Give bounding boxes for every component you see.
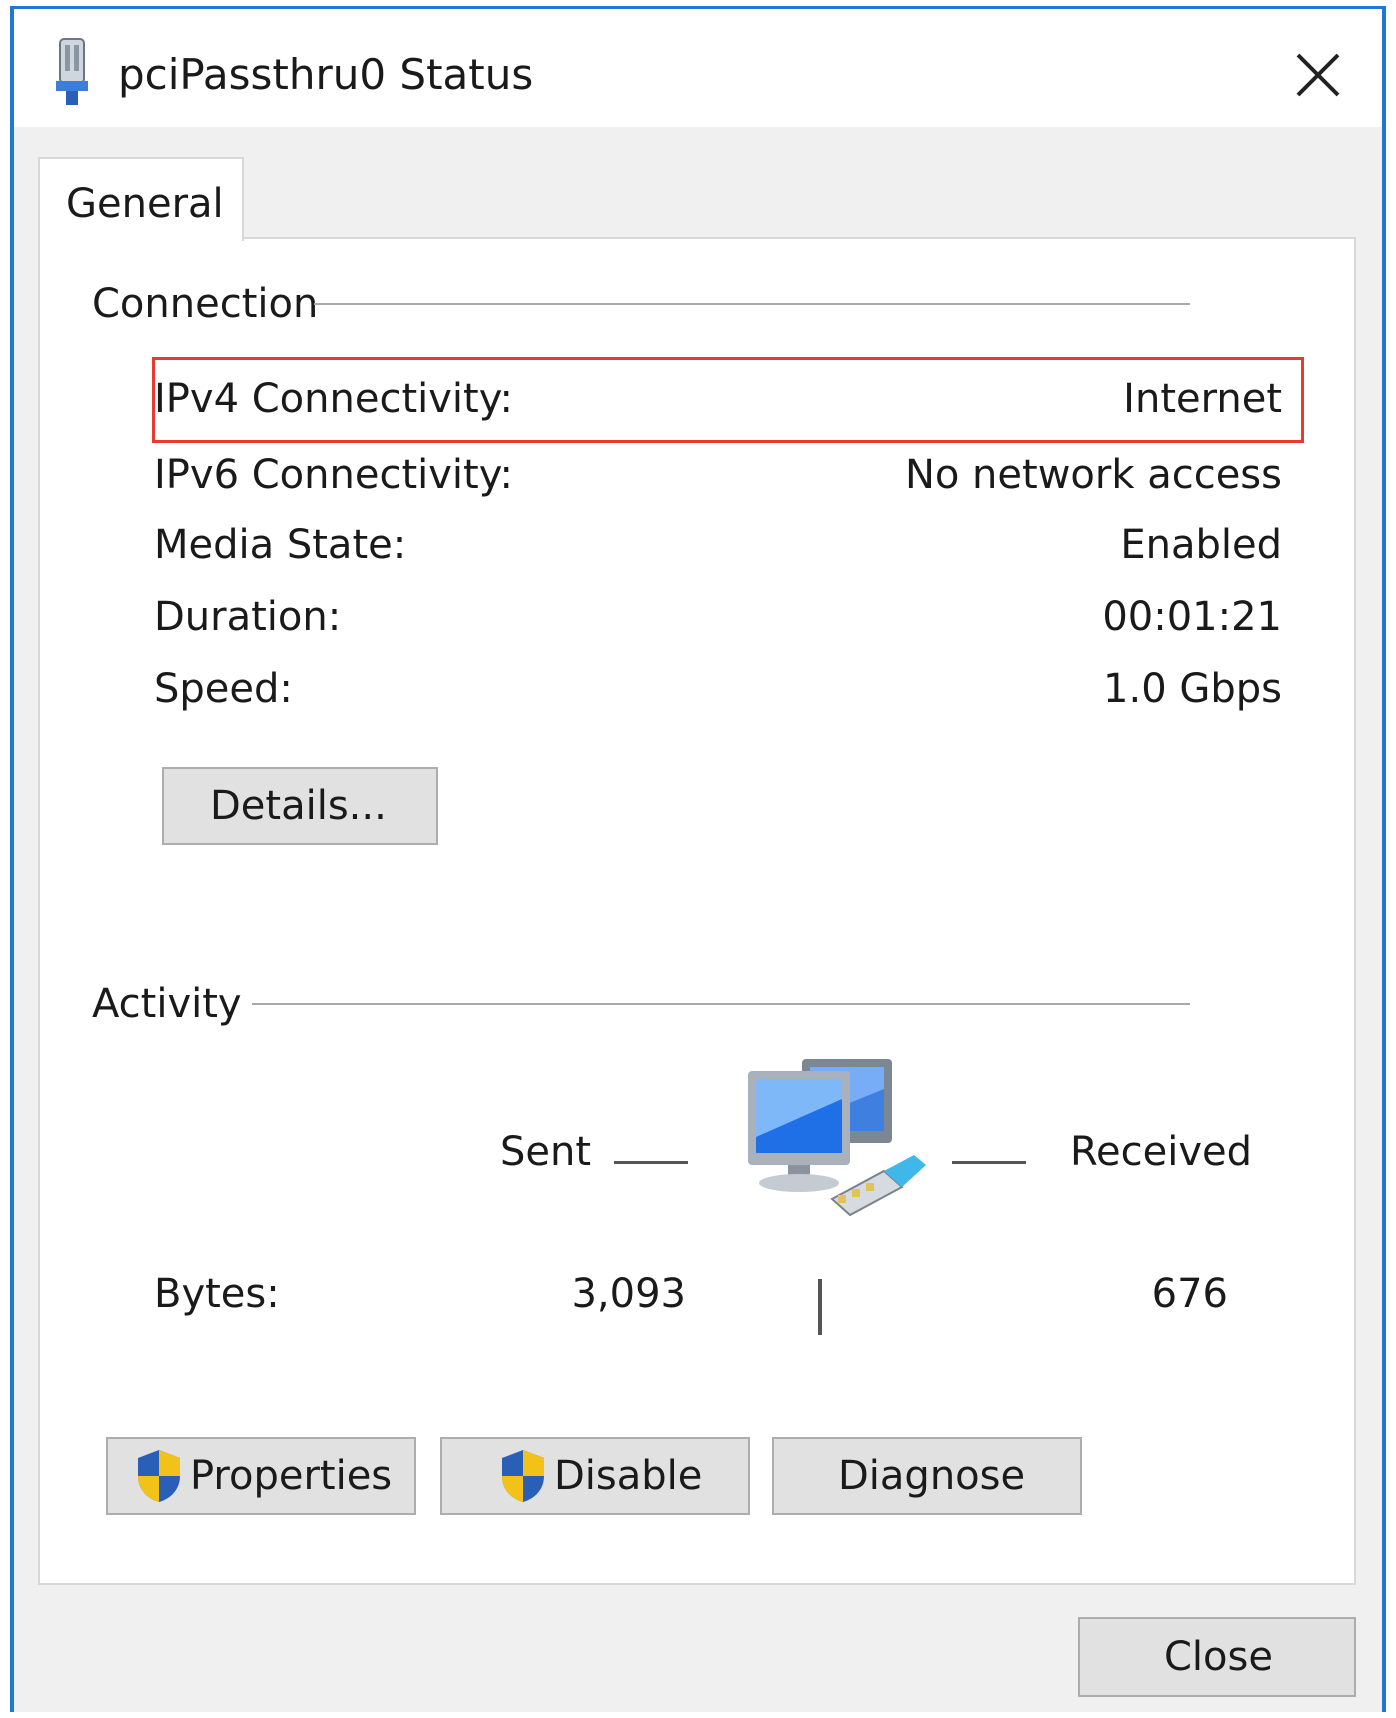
disable-button[interactable]: Disable — [440, 1437, 750, 1515]
close-button[interactable]: Close — [1078, 1617, 1356, 1697]
connection-divider — [314, 303, 1190, 305]
bytes-divider — [818, 1279, 822, 1335]
media-state-row: Media State: Enabled — [144, 515, 1292, 575]
status-dialog: pciPassthru0 Status General Connection I… — [10, 6, 1386, 1712]
duration-value: 00:01:21 — [1102, 594, 1282, 640]
ipv4-value: Internet — [1123, 376, 1282, 422]
bytes-sent-value: 3,093 — [571, 1271, 686, 1317]
sent-label: Sent — [500, 1129, 592, 1175]
uac-shield-icon — [502, 1450, 544, 1502]
activity-group-title: Activity — [92, 979, 242, 1029]
ipv4-label: IPv4 Connectivity: — [154, 376, 513, 422]
properties-button[interactable]: Properties — [106, 1437, 416, 1515]
title-bar: pciPassthru0 Status — [14, 9, 1382, 127]
media-state-label: Media State: — [154, 522, 407, 568]
duration-label: Duration: — [154, 594, 342, 640]
ipv6-label: IPv6 Connectivity: — [154, 452, 513, 498]
media-state-value: Enabled — [1120, 522, 1282, 568]
close-button-label: Close — [1164, 1634, 1273, 1680]
ipv6-row: IPv6 Connectivity: No network access — [144, 445, 1292, 505]
speed-value: 1.0 Gbps — [1103, 666, 1282, 712]
uac-shield-icon — [138, 1450, 180, 1502]
tab-general[interactable]: General — [38, 157, 244, 241]
general-panel: Connection IPv4 Connectivity: Internet I… — [38, 237, 1356, 1585]
received-dash — [952, 1161, 1026, 1164]
close-icon[interactable] — [1290, 47, 1346, 103]
duration-row: Duration: 00:01:21 — [144, 587, 1292, 647]
disable-button-label: Disable — [554, 1453, 703, 1499]
activity-divider — [252, 1003, 1190, 1005]
network-adapter-icon — [56, 38, 88, 105]
diagnose-button[interactable]: Diagnose — [772, 1437, 1082, 1515]
ipv4-row: IPv4 Connectivity: Internet — [144, 369, 1292, 429]
network-computers-icon — [748, 1059, 926, 1217]
diagnose-button-label: Diagnose — [838, 1453, 1026, 1499]
tab-general-label: General — [66, 181, 224, 227]
details-button-label: Details... — [210, 783, 387, 829]
window-title: pciPassthru0 Status — [118, 50, 534, 99]
speed-row: Speed: 1.0 Gbps — [144, 659, 1292, 719]
bytes-received-value: 676 — [1151, 1271, 1228, 1317]
ipv6-value: No network access — [904, 452, 1282, 498]
bytes-label: Bytes: — [154, 1271, 280, 1317]
details-button[interactable]: Details... — [162, 767, 438, 845]
received-label: Received — [1070, 1129, 1252, 1175]
speed-label: Speed: — [154, 666, 293, 712]
sent-dash — [614, 1161, 688, 1164]
properties-button-label: Properties — [190, 1453, 393, 1499]
connection-group-title: Connection — [92, 279, 319, 329]
